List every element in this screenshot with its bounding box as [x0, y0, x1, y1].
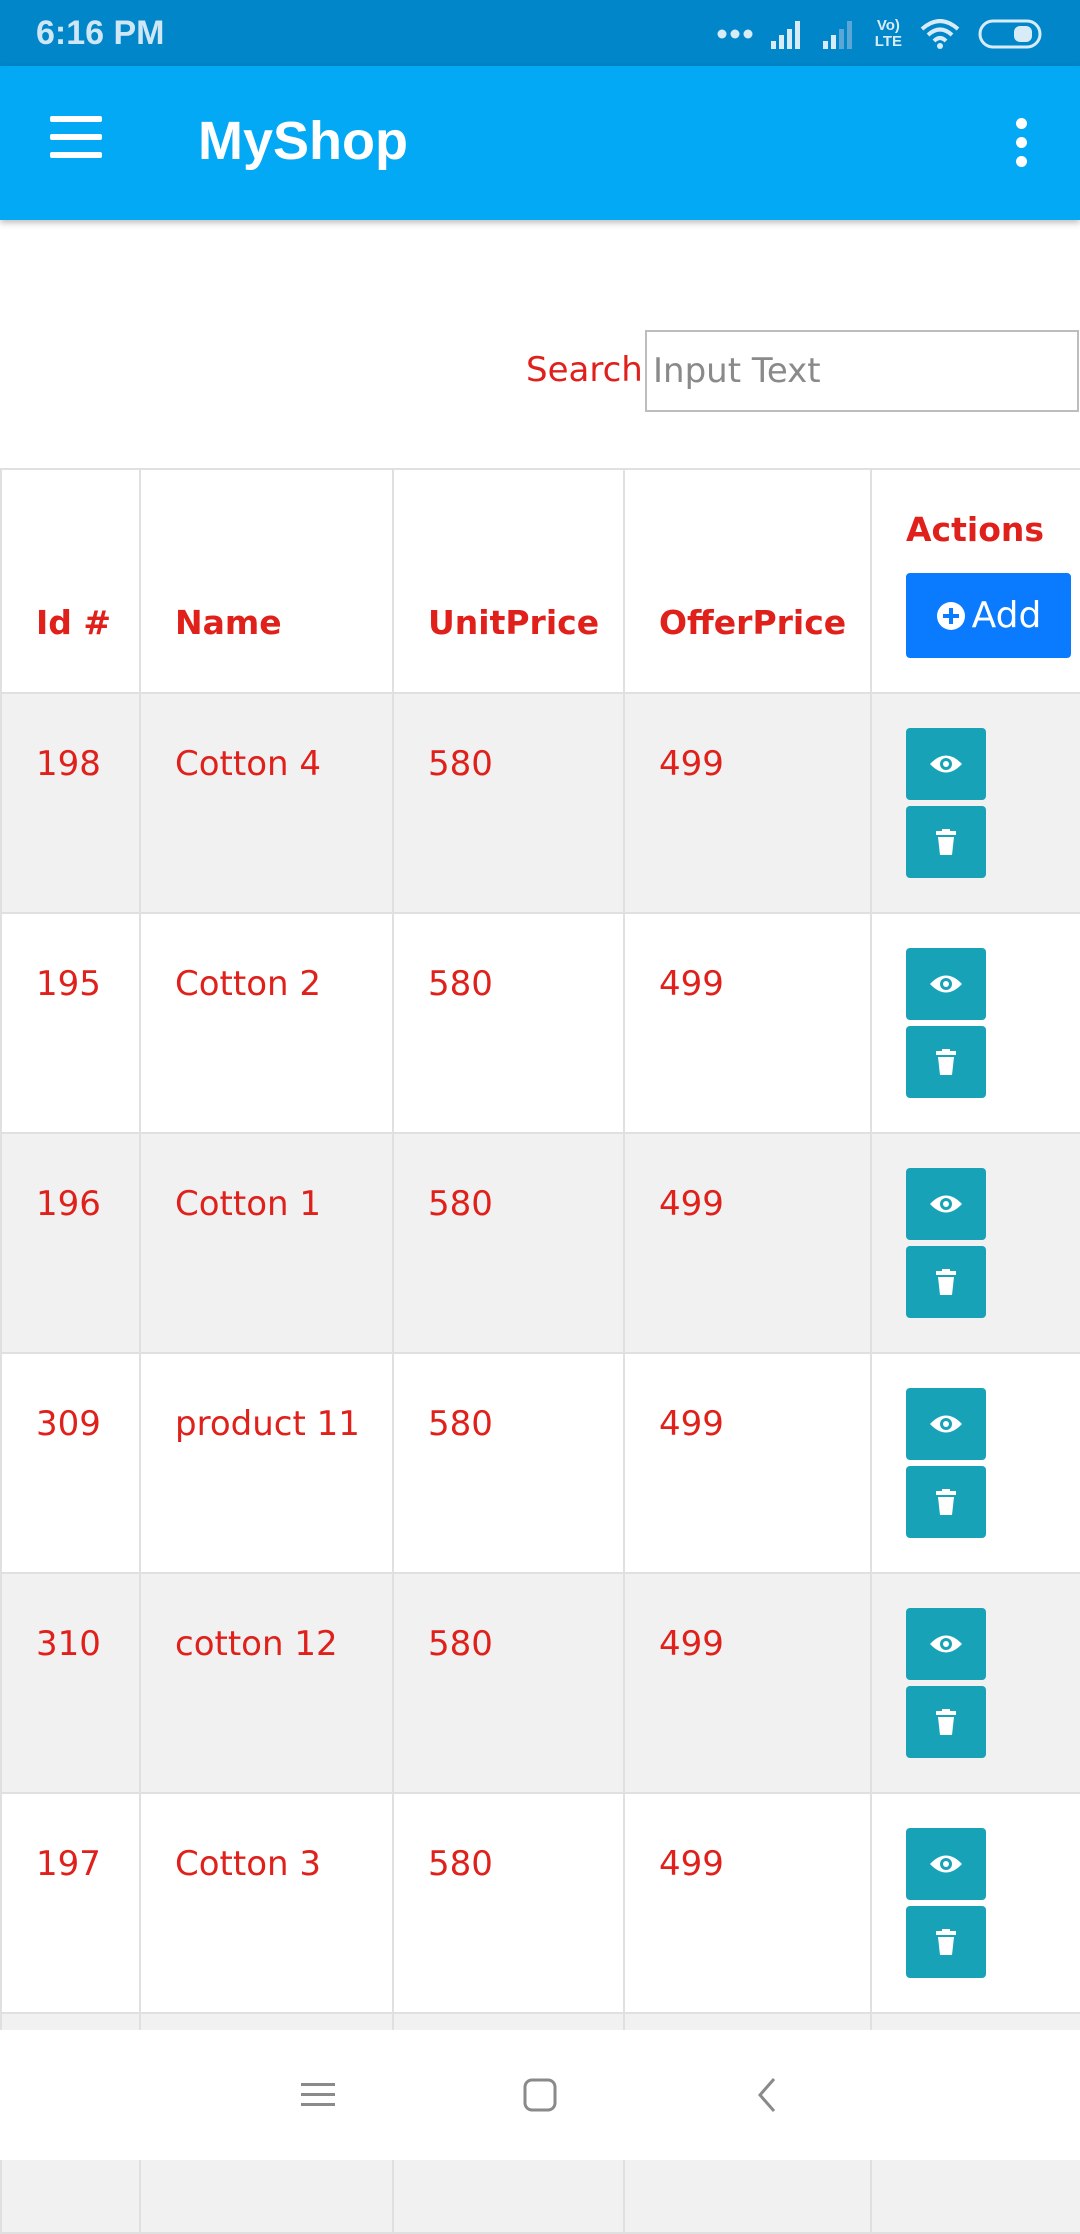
- cell-unit-price: 580: [392, 1792, 625, 2014]
- table-row: 309 product 11 580 499: [0, 1352, 1080, 1574]
- volte-lte-icon: Vo) LTE: [874, 17, 902, 50]
- status-time: 6:16 PM: [36, 14, 165, 52]
- signal-icon: [770, 21, 800, 49]
- cell-name: Cotton 1: [139, 1132, 394, 1354]
- cell-offer-price: 499: [623, 912, 872, 1134]
- cell-actions: [870, 912, 1080, 1134]
- status-icons: Vo) LTE: [717, 14, 1044, 54]
- system-nav-bar: [0, 2030, 1080, 2160]
- delete-button[interactable]: [906, 1466, 986, 1538]
- table-row: 197 Cotton 3 580 499: [0, 1792, 1080, 2014]
- trash-icon: [936, 1489, 956, 1515]
- cell-name: Cotton 4: [139, 692, 394, 914]
- eye-icon: [930, 1415, 962, 1433]
- recents-menu-icon[interactable]: [253, 2030, 383, 2160]
- battery-icon: [978, 19, 1042, 49]
- eye-icon: [930, 755, 962, 773]
- trash-icon: [936, 1049, 956, 1075]
- search-input[interactable]: [645, 330, 1079, 412]
- header-unit-price: UnitPrice: [392, 468, 625, 694]
- cell-id: 195: [0, 912, 141, 1134]
- cell-actions: [870, 1352, 1080, 1574]
- view-button[interactable]: [906, 728, 986, 800]
- cell-name: Cotton 2: [139, 912, 394, 1134]
- trash-icon: [936, 829, 956, 855]
- cell-id: 310: [0, 1572, 141, 1794]
- cell-id: 198: [0, 692, 141, 914]
- cell-name: Cotton 3: [139, 1792, 394, 2014]
- cell-offer-price: 499: [623, 1792, 872, 2014]
- cell-unit-price: 580: [392, 1132, 625, 1354]
- cell-actions: [870, 692, 1080, 914]
- view-button[interactable]: [906, 1828, 986, 1900]
- cell-name: cotton 12: [139, 1572, 394, 1794]
- trash-icon: [936, 1709, 956, 1735]
- wifi-icon: [920, 19, 960, 49]
- table-row: 196 Cotton 1 580 499: [0, 1132, 1080, 1354]
- cell-offer-price: 499: [623, 1132, 872, 1354]
- header-actions: Actions Add: [870, 468, 1080, 694]
- cell-unit-price: 580: [392, 912, 625, 1134]
- header-name: Name: [139, 468, 394, 694]
- hamburger-menu-icon[interactable]: [50, 116, 104, 166]
- trash-icon: [936, 1269, 956, 1295]
- view-button[interactable]: [906, 948, 986, 1020]
- view-button[interactable]: [906, 1168, 986, 1240]
- delete-button[interactable]: [906, 806, 986, 878]
- back-chevron-icon[interactable]: [702, 2030, 832, 2160]
- plus-circle-icon: [936, 601, 965, 630]
- more-dots-icon: [717, 29, 753, 39]
- cell-id: 196: [0, 1132, 141, 1354]
- trash-icon: [936, 1929, 956, 1955]
- eye-icon: [930, 1195, 962, 1213]
- header-offer-price: OfferPrice: [623, 468, 872, 694]
- view-button[interactable]: [906, 1388, 986, 1460]
- table-row: 310 cotton 12 580 499: [0, 1572, 1080, 1794]
- cell-id: 197: [0, 1792, 141, 2014]
- eye-icon: [930, 975, 962, 993]
- cell-actions: [870, 1132, 1080, 1354]
- cell-actions: [870, 1572, 1080, 1794]
- cell-offer-price: 499: [623, 692, 872, 914]
- actions-title: Actions: [906, 510, 1044, 549]
- add-button-label: Add: [971, 595, 1042, 636]
- cell-offer-price: 499: [623, 1572, 872, 1794]
- cell-actions: [870, 1792, 1080, 2014]
- table-body: 198 Cotton 4 580 499 195 Cotton 2 580 49…: [0, 692, 1080, 2234]
- home-square-icon[interactable]: [475, 2030, 605, 2160]
- app-bar: MyShop: [0, 66, 1080, 220]
- products-table: Id # Name UnitPrice OfferPrice Actions A…: [0, 468, 1080, 2234]
- table-row: 198 Cotton 4 580 499: [0, 692, 1080, 914]
- table-row: 195 Cotton 2 580 499: [0, 912, 1080, 1134]
- more-vertical-icon[interactable]: [1010, 118, 1032, 170]
- app-title: MyShop: [198, 111, 408, 171]
- cell-unit-price: 580: [392, 692, 625, 914]
- delete-button[interactable]: [906, 1906, 986, 1978]
- cell-unit-price: 580: [392, 1572, 625, 1794]
- delete-button[interactable]: [906, 1686, 986, 1758]
- search-label: Search: [526, 350, 643, 390]
- add-button[interactable]: Add: [906, 573, 1071, 658]
- delete-button[interactable]: [906, 1246, 986, 1318]
- status-bar: 6:16 PM Vo) LTE: [0, 0, 1080, 66]
- eye-icon: [930, 1855, 962, 1873]
- delete-button[interactable]: [906, 1026, 986, 1098]
- cell-unit-price: 580: [392, 1352, 625, 1574]
- header-id: Id #: [0, 468, 141, 694]
- cell-id: 309: [0, 1352, 141, 1574]
- cell-offer-price: 499: [623, 1352, 872, 1574]
- eye-icon: [930, 1635, 962, 1653]
- cell-name: product 11: [139, 1352, 394, 1574]
- view-button[interactable]: [906, 1608, 986, 1680]
- signal-weak-icon: [822, 21, 852, 49]
- table-header-row: Id # Name UnitPrice OfferPrice Actions A…: [0, 468, 1080, 694]
